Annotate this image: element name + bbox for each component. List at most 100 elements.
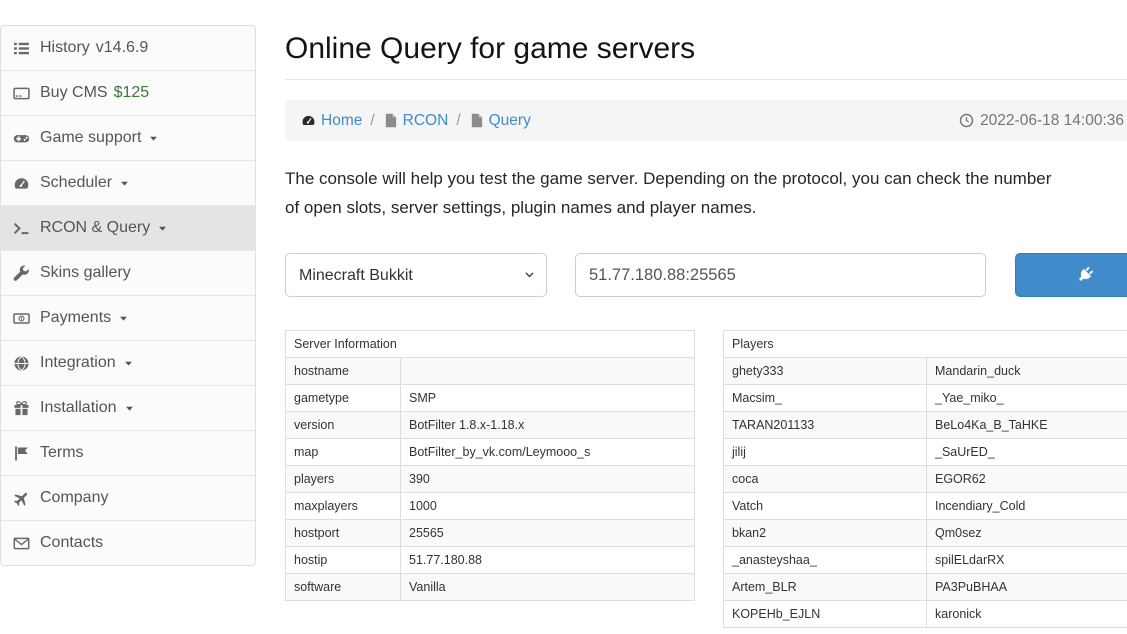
description-line-1: The console will help you test the game … <box>285 164 1127 193</box>
player-row-cell: Macsim_ <box>724 385 927 412</box>
server-info-row: hostname <box>286 358 695 385</box>
timestamp: 2022-06-18 14:00:36 <box>959 112 1124 130</box>
breadcrumb-link-home[interactable]: Home <box>301 112 362 130</box>
server-info-row: hostip51.77.180.88 <box>286 547 695 574</box>
sidebar-item-game-support[interactable]: Game support <box>1 116 255 161</box>
protocol-select[interactable]: Minecraft Bukkit <box>285 253 547 297</box>
player-row: jilij_SaUrED_ <box>724 439 1127 466</box>
caret-down-icon <box>118 313 129 324</box>
server-info-row: mapBotFilter_by_vk.com/Leymooo_s <box>286 439 695 466</box>
sidebar-item-suffix: $125 <box>114 84 150 102</box>
globe-icon <box>13 355 31 372</box>
sidebar-item-label: Game support <box>40 129 141 147</box>
sidebar-item-label: Integration <box>40 354 116 372</box>
sidebar: Historyv14.6.9Buy CMS$125 Game support Sch… <box>0 25 256 566</box>
page-description: The console will help you test the game … <box>285 164 1127 222</box>
gift-icon <box>13 400 31 417</box>
player-row-cell: bkan2 <box>724 520 927 547</box>
player-row-cell: _SaUrED_ <box>927 439 1127 466</box>
sidebar-item-history[interactable]: Historyv14.6.9 <box>1 26 255 71</box>
timestamp-text: 2022-06-18 14:00:36 <box>980 112 1124 130</box>
protocol-select-wrap: Minecraft Bukkit <box>285 253 547 297</box>
terminal-icon <box>13 220 31 237</box>
player-row-cell: BeLo4Ka_B_TaHKE <box>927 412 1127 439</box>
player-row: cocaEGOR62 <box>724 466 1127 493</box>
breadcrumb-link-rcon[interactable]: RCON <box>383 112 449 130</box>
sidebar-item-contacts[interactable]: Contacts <box>1 521 255 565</box>
player-row: _anasteyshaa_spilELdarRX <box>724 547 1127 574</box>
player-row-cell: Artem_BLR <box>724 574 927 601</box>
server-info-row-cell: 25565 <box>401 520 695 547</box>
player-row: Artem_BLRPA3PuBHAA <box>724 574 1127 601</box>
sidebar-item-label: Terms <box>40 444 84 462</box>
caret-down-icon <box>123 358 134 369</box>
sidebar-item-label: Company <box>40 489 108 507</box>
clock-icon <box>959 113 974 128</box>
results-area: Server Information hostname gametypeSMPv… <box>285 330 1127 628</box>
player-row-cell: KOPEHb_EJLN <box>724 601 927 628</box>
player-row-cell: coca <box>724 466 927 493</box>
server-info-row: maxplayers1000 <box>286 493 695 520</box>
sidebar-item-payments[interactable]: Payments <box>1 296 255 341</box>
server-info-row-cell: gametype <box>286 385 401 412</box>
credit-card-icon <box>13 85 31 102</box>
server-info-table-title: Server Information <box>286 331 695 358</box>
caret-down-icon <box>119 178 130 189</box>
player-row-cell: Vatch <box>724 493 927 520</box>
banknote-icon <box>13 310 31 327</box>
flag-icon <box>13 445 31 462</box>
server-info-row-cell: software <box>286 574 401 601</box>
sidebar-item-label: Scheduler <box>40 174 112 192</box>
caret-down-icon <box>157 223 168 234</box>
breadcrumb: Home/RCON/Query 2022-06-18 14:00:36 <box>285 100 1127 141</box>
player-row-cell: jilij <box>724 439 927 466</box>
player-row-cell: ghety333 <box>724 358 927 385</box>
server-address-input[interactable] <box>575 253 986 297</box>
server-info-row-cell: 51.77.180.88 <box>401 547 695 574</box>
sidebar-item-skins-gallery[interactable]: Skins gallery <box>1 251 255 296</box>
server-info-row-cell: players <box>286 466 401 493</box>
sidebar-item-label: Contacts <box>40 534 103 552</box>
file-icon <box>469 113 484 128</box>
main-content: Online Query for game servers Home/RCON/… <box>285 0 1127 628</box>
sidebar-item-installation[interactable]: Installation <box>1 386 255 431</box>
player-row-cell: PA3PuBHAA <box>927 574 1127 601</box>
server-info-row-cell: version <box>286 412 401 439</box>
sidebar-item-suffix: v14.6.9 <box>96 39 148 57</box>
sidebar-item-rcon-query[interactable]: RCON & Query <box>1 206 255 251</box>
breadcrumb-link-query[interactable]: Query <box>469 112 531 130</box>
player-row: Macsim__Yae_miko_ <box>724 385 1127 412</box>
player-row-cell: spilELdarRX <box>927 547 1127 574</box>
caret-down-icon <box>124 403 135 414</box>
sidebar-item-integration[interactable]: Integration <box>1 341 255 386</box>
player-row-cell: _anasteyshaa_ <box>724 547 927 574</box>
server-info-row: hostport25565 <box>286 520 695 547</box>
server-info-row-cell: Vanilla <box>401 574 695 601</box>
plane-icon <box>13 490 31 507</box>
dashboard-icon <box>301 113 316 128</box>
player-row: ghety333Mandarin_duck <box>724 358 1127 385</box>
server-info-row-cell: BotFilter 1.8.x-1.18.x <box>401 412 695 439</box>
page: Historyv14.6.9Buy CMS$125 Game support Sch… <box>0 0 1127 634</box>
plug-icon <box>1076 266 1094 284</box>
sidebar-item-terms[interactable]: Terms <box>1 431 255 476</box>
server-info-row-cell: 390 <box>401 466 695 493</box>
player-row-cell: Mandarin_duck <box>927 358 1127 385</box>
server-info-row: players390 <box>286 466 695 493</box>
breadcrumb-separator: / <box>370 112 374 130</box>
server-info-row-cell: maxplayers <box>286 493 401 520</box>
description-line-2: of open slots, server settings, plugin n… <box>285 193 1127 222</box>
sidebar-item-company[interactable]: Company <box>1 476 255 521</box>
dashboard-icon <box>13 175 31 192</box>
connect-button[interactable] <box>1015 253 1127 297</box>
server-info-table: Server Information hostname gametypeSMPv… <box>285 330 695 601</box>
server-info-row-cell: BotFilter_by_vk.com/Leymooo_s <box>401 439 695 466</box>
sidebar-item-scheduler[interactable]: Scheduler <box>1 161 255 206</box>
sidebar-item-label: Skins gallery <box>40 264 131 282</box>
list-icon <box>13 40 31 57</box>
sidebar-item-buy-cms[interactable]: Buy CMS$125 <box>1 71 255 116</box>
server-info-row: versionBotFilter 1.8.x-1.18.x <box>286 412 695 439</box>
player-row: TARAN201133BeLo4Ka_B_TaHKE <box>724 412 1127 439</box>
player-row-cell: karonick <box>927 601 1127 628</box>
caret-down-icon <box>148 133 159 144</box>
